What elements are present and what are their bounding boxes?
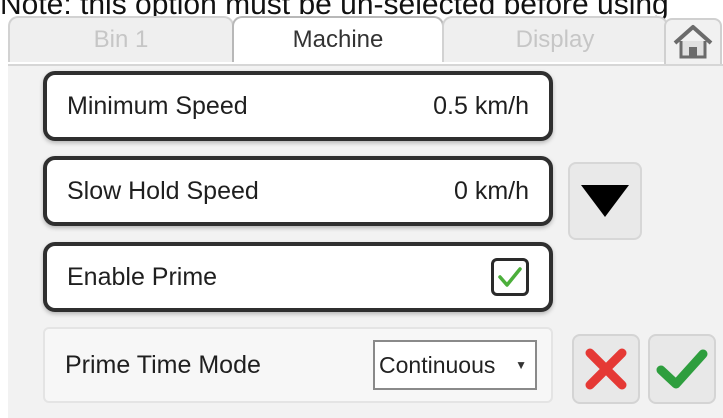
minimum-speed-label: Minimum Speed xyxy=(67,91,248,120)
prime-time-mode-select[interactable]: Continuous ▼ xyxy=(373,340,537,390)
settings-panel: Minimum Speed 0.5 km/h Slow Hold Speed 0… xyxy=(8,64,723,418)
prime-time-mode-label: Prime Time Mode xyxy=(65,350,261,379)
enable-prime-checkbox[interactable] xyxy=(491,258,529,296)
scroll-down-button[interactable] xyxy=(568,162,642,240)
prime-time-mode-value: Continuous xyxy=(379,351,496,378)
enable-prime-row[interactable]: Enable Prime xyxy=(43,242,553,312)
slow-hold-speed-label: Slow Hold Speed xyxy=(67,176,259,205)
home-icon xyxy=(673,25,713,59)
tab-display[interactable]: Display xyxy=(442,16,668,62)
tab-machine[interactable]: Machine xyxy=(232,16,444,62)
prime-time-mode-row: Prime Time Mode Continuous ▼ xyxy=(43,327,553,403)
home-button[interactable] xyxy=(664,18,722,64)
minimum-speed-value: 0.5 km/h xyxy=(433,91,529,120)
confirm-check-icon xyxy=(656,349,708,389)
tab-bar: Bin 1 Machine Display xyxy=(0,16,723,66)
checkbox-check-icon xyxy=(498,267,522,287)
enable-prime-label: Enable Prime xyxy=(67,262,218,291)
down-arrow-icon xyxy=(581,185,629,217)
slow-hold-speed-row[interactable]: Slow Hold Speed 0 km/h xyxy=(43,156,553,226)
minimum-speed-row[interactable]: Minimum Speed 0.5 km/h xyxy=(43,71,553,141)
cancel-button[interactable] xyxy=(572,334,640,404)
slow-hold-speed-value: 0 km/h xyxy=(453,176,529,205)
cancel-x-icon xyxy=(585,348,627,390)
tab-bin-1[interactable]: Bin 1 xyxy=(8,16,234,62)
confirm-button[interactable] xyxy=(648,334,716,404)
dropdown-arrow-icon: ▼ xyxy=(515,358,527,372)
